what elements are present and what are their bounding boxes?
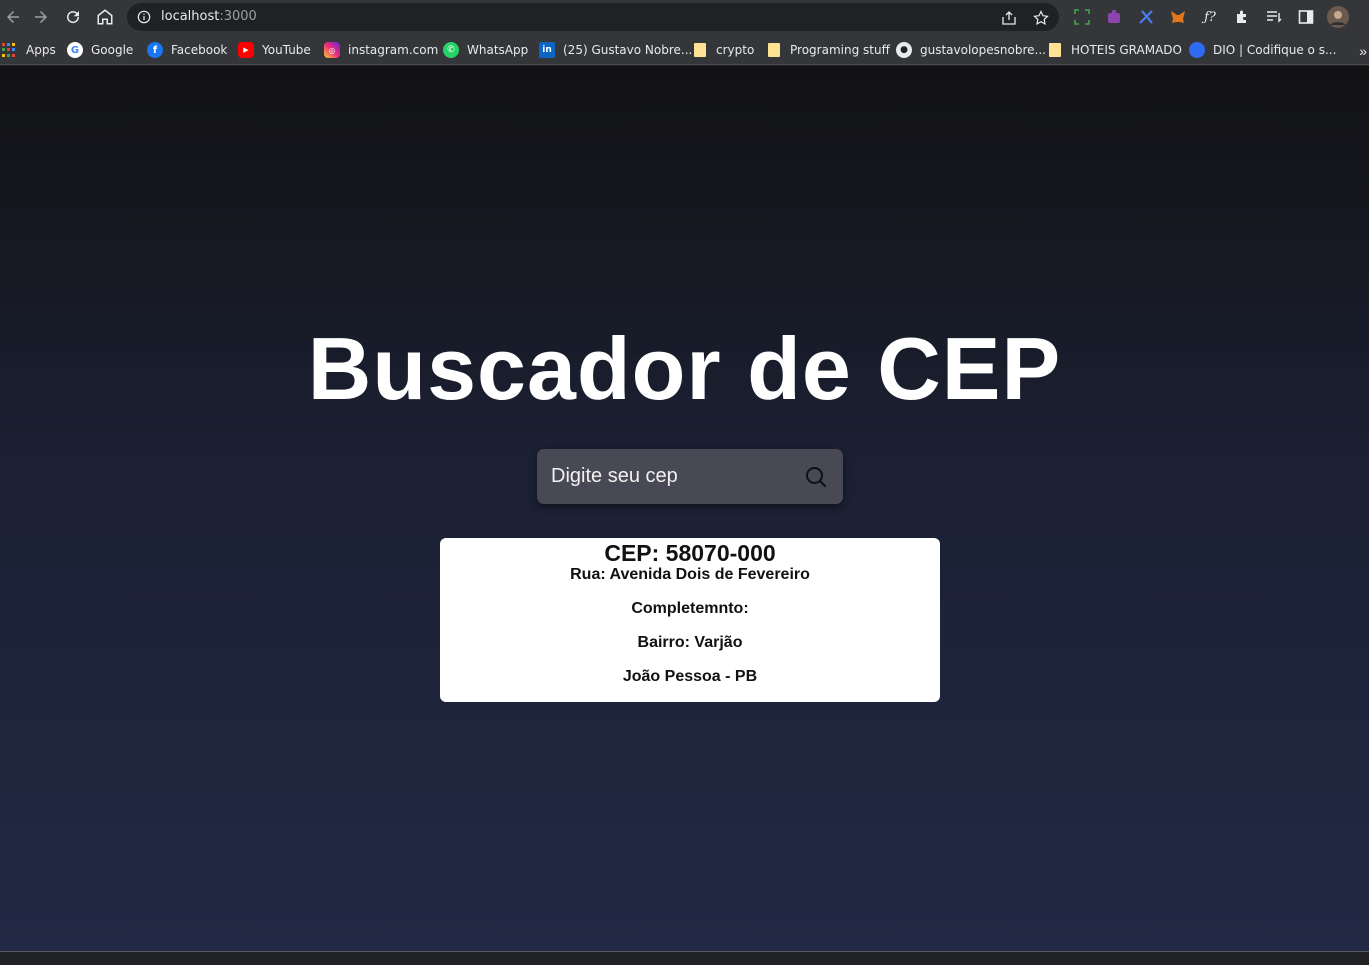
folder-icon bbox=[768, 43, 780, 57]
bookmarks-overflow-button[interactable]: » bbox=[1359, 43, 1367, 59]
bookmarks-bar: Apps G Google f Facebook ▶ YouTube ◎ ins… bbox=[0, 35, 1369, 65]
reading-list-icon[interactable] bbox=[1265, 8, 1283, 26]
bookmark-label: instagram.com bbox=[348, 43, 439, 57]
bookmark-facebook[interactable]: f Facebook bbox=[147, 41, 227, 59]
arrow-right-icon bbox=[35, 11, 47, 23]
cep-search-box bbox=[537, 449, 843, 504]
bookmark-google[interactable]: G Google bbox=[67, 41, 133, 59]
bookmark-label: Programing stuff bbox=[790, 43, 890, 57]
taskbar bbox=[0, 951, 1369, 965]
metamask-icon[interactable] bbox=[1169, 8, 1187, 26]
home-button[interactable] bbox=[92, 4, 118, 30]
bookmark-instagram[interactable]: ◎ instagram.com bbox=[324, 41, 438, 59]
bookmark-github[interactable]: ● gustavolopesnobre... bbox=[896, 41, 1046, 59]
home-icon bbox=[97, 9, 113, 25]
whatsapp-icon: ✆ bbox=[443, 42, 459, 58]
facebook-icon: f bbox=[147, 42, 163, 58]
search-icon bbox=[806, 467, 827, 488]
url-text: localhost:3000 bbox=[161, 9, 257, 24]
puzzle-extension-icon[interactable] bbox=[1105, 8, 1123, 26]
bookmark-label: DIO | Codifique o s... bbox=[1213, 43, 1337, 57]
bookmark-apps[interactable]: Apps bbox=[2, 41, 56, 59]
side-panel-icon[interactable] bbox=[1297, 8, 1315, 26]
result-rua: Rua: Avenida Dois de Fevereiro bbox=[570, 566, 810, 583]
bookmark-label: (25) Gustavo Nobre... bbox=[563, 43, 693, 57]
bookmark-label: Facebook bbox=[171, 43, 228, 57]
result-cidade: João Pessoa - PB bbox=[622, 668, 758, 685]
info-icon[interactable] bbox=[137, 10, 151, 24]
browser-toolbar: localhost:3000 ƒ? bbox=[0, 0, 1369, 35]
url-host: localhost bbox=[161, 9, 220, 24]
result-bairro: Bairro: Varjão bbox=[637, 634, 743, 651]
bookmark-youtube[interactable]: ▶ YouTube bbox=[238, 41, 311, 59]
folder-icon bbox=[694, 43, 706, 57]
folder-icon bbox=[1049, 43, 1061, 57]
bookmark-crypto[interactable]: crypto bbox=[694, 41, 754, 59]
share-icon[interactable] bbox=[1001, 10, 1017, 26]
bookmark-label: Apps bbox=[26, 43, 56, 57]
page-title: Buscador de CEP bbox=[307, 319, 1062, 418]
url-port: :3000 bbox=[219, 9, 257, 24]
reload-button[interactable] bbox=[60, 4, 86, 30]
linkedin-icon: in bbox=[539, 42, 555, 58]
page-viewport: Buscador de CEP CEP: 58070-000 Rua: Aven… bbox=[0, 66, 1369, 951]
cep-input[interactable] bbox=[551, 461, 791, 491]
result-complemento: Completemnto: bbox=[631, 600, 749, 617]
forward-button[interactable] bbox=[28, 4, 54, 30]
dio-icon bbox=[1189, 42, 1205, 58]
bookmark-label: gustavolopesnobre... bbox=[920, 43, 1046, 57]
apps-grid-icon bbox=[2, 43, 16, 57]
bookmark-linkedin[interactable]: in (25) Gustavo Nobre... bbox=[539, 41, 692, 59]
cep-result-card: CEP: 58070-000 Rua: Avenida Dois de Feve… bbox=[440, 538, 940, 702]
formula-extension-icon[interactable]: ƒ? bbox=[1201, 8, 1219, 26]
tools-extension-icon[interactable] bbox=[1137, 8, 1155, 26]
profile-avatar[interactable] bbox=[1327, 6, 1349, 28]
bookmark-dio[interactable]: DIO | Codifique o s... bbox=[1189, 41, 1336, 59]
youtube-icon: ▶ bbox=[238, 42, 254, 58]
bookmark-label: YouTube bbox=[262, 43, 311, 57]
back-button[interactable] bbox=[0, 4, 26, 30]
bookmark-label: WhatsApp bbox=[467, 43, 529, 57]
bookmark-label: crypto bbox=[716, 43, 755, 57]
github-icon: ● bbox=[896, 42, 912, 58]
reload-icon bbox=[67, 11, 80, 24]
search-button[interactable] bbox=[802, 463, 830, 491]
bookmark-whatsapp[interactable]: ✆ WhatsApp bbox=[443, 41, 528, 59]
star-icon[interactable] bbox=[1033, 10, 1049, 26]
bookmark-hoteis-gramado[interactable]: HOTEIS GRAMADO bbox=[1049, 41, 1182, 59]
google-icon: G bbox=[67, 42, 83, 58]
instagram-icon: ◎ bbox=[324, 42, 340, 58]
bookmark-label: HOTEIS GRAMADO bbox=[1071, 43, 1182, 57]
screenshot-extension-icon[interactable] bbox=[1073, 8, 1091, 26]
bookmark-programing-stuff[interactable]: Programing stuff bbox=[768, 41, 890, 59]
result-cep: CEP: 58070-000 bbox=[604, 540, 776, 566]
address-bar[interactable]: localhost:3000 bbox=[127, 3, 1059, 31]
arrow-left-icon bbox=[7, 11, 19, 23]
extensions-puzzle-icon[interactable] bbox=[1233, 8, 1251, 26]
bookmark-label: Google bbox=[91, 43, 134, 57]
